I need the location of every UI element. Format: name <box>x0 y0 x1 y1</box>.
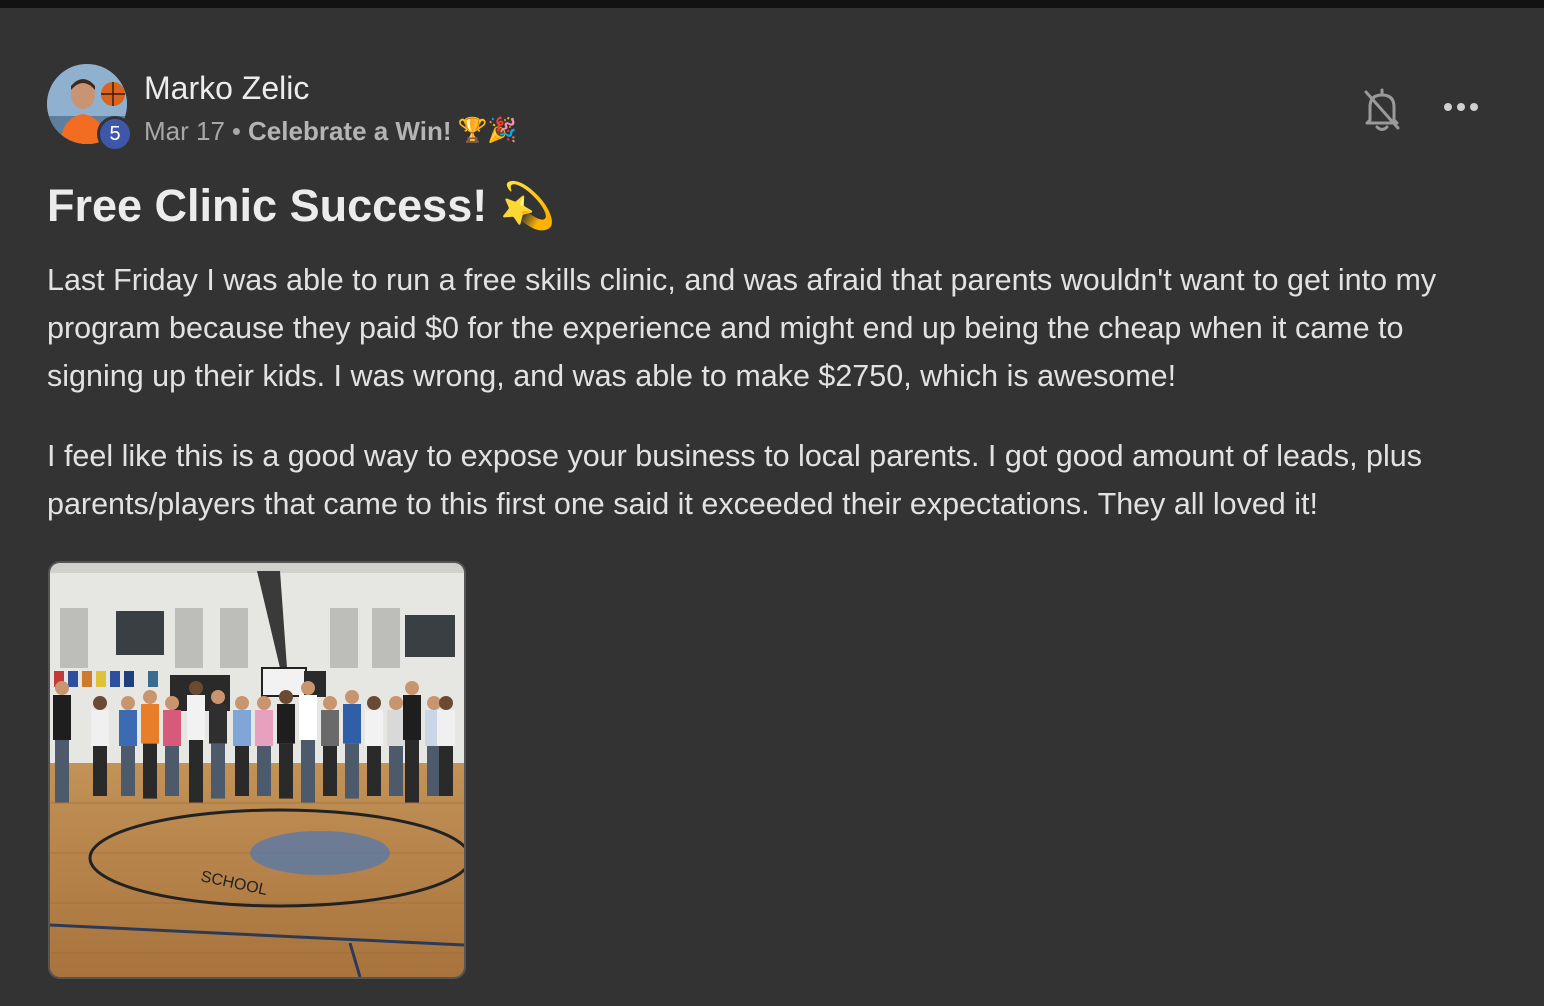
person-figure <box>387 696 405 796</box>
author-name[interactable]: Marko Zelic <box>144 68 309 108</box>
post-body-paragraph: Last Friday I was able to run a free ski… <box>47 263 1437 393</box>
person-figure <box>119 696 137 796</box>
gym-photo: SCHOOL <box>50 563 464 977</box>
person-figure <box>141 690 159 799</box>
person-figure <box>277 690 295 799</box>
person-figure <box>233 696 251 796</box>
person-figure <box>365 696 383 796</box>
meta-separator: • <box>231 116 242 146</box>
post-card: 5 Marko Zelic Mar 17 • Celebrate a Win! … <box>0 0 1544 998</box>
post-category[interactable]: Celebrate a Win! <box>248 114 451 148</box>
person-figure <box>209 690 227 799</box>
person-figure <box>163 696 181 796</box>
post-body-paragraph: I feel like this is a good way to expose… <box>47 439 1423 521</box>
person-figure <box>187 681 205 803</box>
post-image[interactable]: SCHOOL <box>48 561 466 979</box>
post-title: Free Clinic Success! 💫 <box>47 180 556 231</box>
person-figure <box>299 681 317 803</box>
post-date[interactable]: Mar 17 <box>144 114 225 148</box>
person-figure <box>91 696 109 796</box>
post-meta: Mar 17 • Celebrate a Win! 🏆🎉 <box>144 114 517 148</box>
person-figure <box>321 696 339 796</box>
person-figure <box>403 681 421 803</box>
person-figure <box>343 690 361 799</box>
person-figure <box>255 696 273 796</box>
more-horizontal-icon[interactable] <box>1440 95 1482 119</box>
category-emoji: 🏆🎉 <box>457 117 518 144</box>
bell-off-icon[interactable] <box>1362 86 1402 132</box>
person-figure <box>53 681 71 803</box>
person-figure <box>437 696 455 796</box>
level-badge: 5 <box>97 116 133 152</box>
